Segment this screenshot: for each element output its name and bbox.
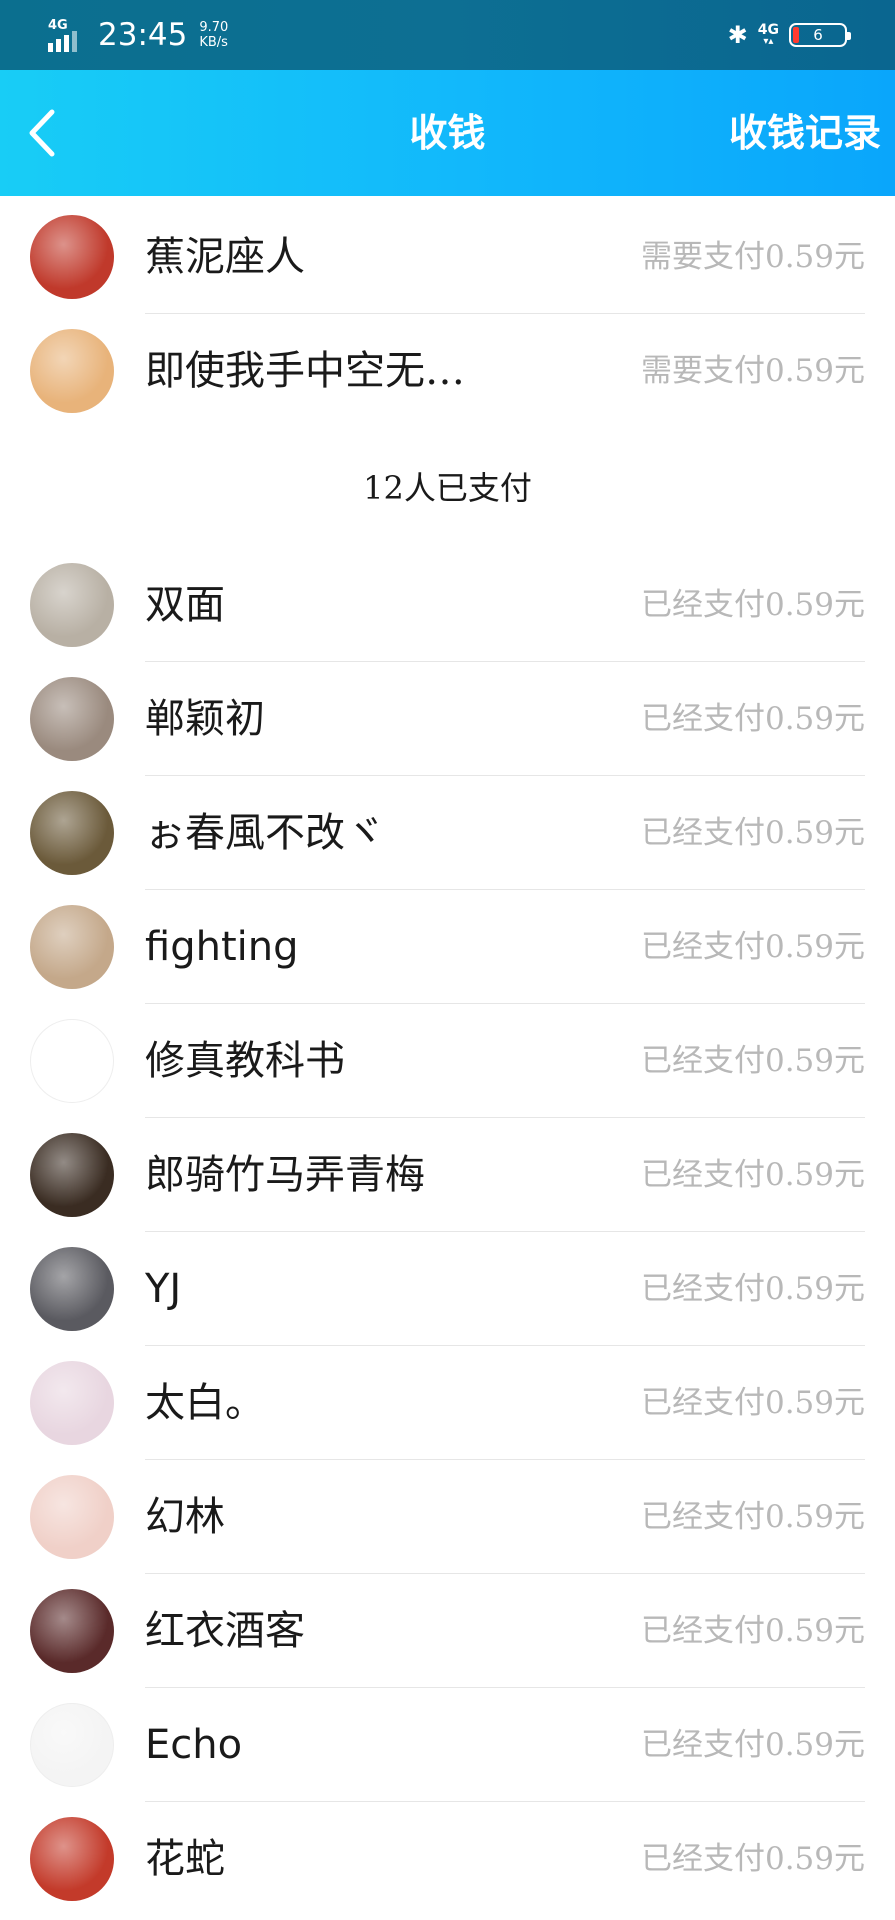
elder-avatar[interactable] — [30, 905, 114, 989]
cat-avatar[interactable] — [30, 329, 114, 413]
bluetooth-icon: ✱ — [727, 21, 748, 49]
list-item[interactable]: ぉ春風不改ヾ 已经支付0.59元 — [0, 776, 895, 890]
member-name: 幻林 — [145, 1494, 225, 1540]
paid-count-header: 12人已支付 — [363, 469, 532, 507]
red-dog-avatar[interactable] — [30, 215, 114, 299]
list-item[interactable]: 郸颖初 已经支付0.59元 — [0, 662, 895, 776]
list-item[interactable]: YJ 已经支付0.59元 — [0, 1232, 895, 1346]
member-name: 郸颖初 — [145, 696, 265, 742]
payment-list: 蕉泥座人 需要支付0.59元 即使我手中空无… 需要支付0.59元 12人已支付 双面… — [0, 200, 895, 1916]
mobile-data-label: 4G — [757, 22, 779, 38]
plant-avatar[interactable] — [30, 791, 114, 875]
member-name: Echo — [145, 1722, 243, 1768]
lineart-avatar[interactable] — [30, 1703, 114, 1787]
list-item[interactable]: 郎骑竹马弄青梅 已经支付0.59元 — [0, 1118, 895, 1232]
app-header: 收钱 收钱记录 — [0, 70, 895, 196]
paid-list: 双面 已经支付0.59元 郸颖初 已经支付0.59元 ぉ春風不改ヾ 已经支付0.59元 fi… — [0, 548, 895, 1916]
member-name: YJ — [145, 1266, 182, 1312]
man-avatar[interactable] — [30, 1589, 114, 1673]
list-item[interactable]: fighting 已经支付0.59元 — [0, 890, 895, 1004]
speed-value: 9.70 — [199, 20, 229, 35]
payment-status: 已经支付0.59元 — [640, 1841, 865, 1877]
anime-girl-avatar[interactable] — [30, 677, 114, 761]
anime-boy-avatar[interactable] — [30, 1361, 114, 1445]
member-name: 即使我手中空无… — [145, 348, 465, 394]
signal-icon: 4G — [48, 18, 84, 52]
member-name: 太白。 — [145, 1380, 265, 1426]
payment-status: 需要支付0.59元 — [640, 353, 865, 389]
hand-avatar[interactable] — [30, 1247, 114, 1331]
battery-level: 6 — [813, 26, 823, 44]
member-name: 蕉泥座人 — [145, 234, 305, 280]
list-item[interactable]: 幻林 已经支付0.59元 — [0, 1460, 895, 1574]
list-item[interactable]: 即使我手中空无… 需要支付0.59元 — [0, 314, 895, 428]
night-avatar[interactable] — [30, 1133, 114, 1217]
payment-status: 已经支付0.59元 — [640, 1271, 865, 1307]
drawing-avatar[interactable] — [30, 1475, 114, 1559]
list-item[interactable]: Echo 已经支付0.59元 — [0, 1688, 895, 1802]
payment-status: 需要支付0.59元 — [640, 239, 865, 275]
network-type: 4G — [48, 18, 68, 33]
member-name: 郎骑竹马弄青梅 — [145, 1152, 425, 1198]
network-speed: 9.70 KB/s — [199, 20, 228, 50]
sketch-avatar[interactable] — [30, 1019, 114, 1103]
list-item[interactable]: 花蛇 已经支付0.59元 — [0, 1802, 895, 1916]
member-name: ぉ春風不改ヾ — [145, 810, 385, 856]
list-item[interactable]: 红衣酒客 已经支付0.59元 — [0, 1574, 895, 1688]
status-right: ✱ 4G ▾▴ 6 — [727, 16, 851, 54]
collection-records-button[interactable]: 收钱记录 — [729, 70, 881, 196]
payment-status: 已经支付0.59元 — [640, 701, 865, 737]
speed-unit: KB/s — [199, 35, 228, 50]
clock: 23:45 — [98, 17, 188, 53]
unpaid-list: 蕉泥座人 需要支付0.59元 即使我手中空无… 需要支付0.59元 — [0, 200, 895, 428]
payment-status: 已经支付0.59元 — [640, 1613, 865, 1649]
member-name: 红衣酒客 — [145, 1608, 305, 1654]
payment-status: 已经支付0.59元 — [640, 587, 865, 623]
member-name: 修真教科书 — [145, 1038, 345, 1084]
member-name: 花蛇 — [145, 1836, 225, 1882]
payment-status: 已经支付0.59元 — [640, 1499, 865, 1535]
payment-status: 已经支付0.59元 — [640, 1385, 865, 1421]
payment-status: 已经支付0.59元 — [640, 1727, 865, 1763]
masked-avatar[interactable] — [30, 1817, 114, 1901]
list-item[interactable]: 太白。 已经支付0.59元 — [0, 1346, 895, 1460]
status-left: 4G 23:45 9.70 KB/s — [48, 14, 228, 56]
payment-status: 已经支付0.59元 — [640, 1043, 865, 1079]
payment-status: 已经支付0.59元 — [640, 1157, 865, 1193]
list-item[interactable]: 蕉泥座人 需要支付0.59元 — [0, 200, 895, 314]
battery-icon: 6 — [789, 23, 851, 47]
stairs-avatar[interactable] — [30, 563, 114, 647]
list-item[interactable]: 双面 已经支付0.59元 — [0, 548, 895, 662]
payment-status: 已经支付0.59元 — [640, 815, 865, 851]
member-name: fighting — [145, 924, 299, 970]
list-item[interactable]: 修真教科书 已经支付0.59元 — [0, 1004, 895, 1118]
payment-status: 已经支付0.59元 — [640, 929, 865, 965]
mobile-data-icon: 4G ▾▴ — [757, 22, 779, 47]
status-bar: 4G 23:45 9.70 KB/s ✱ 4G ▾▴ 6 — [0, 0, 895, 70]
member-name: 双面 — [145, 582, 225, 628]
